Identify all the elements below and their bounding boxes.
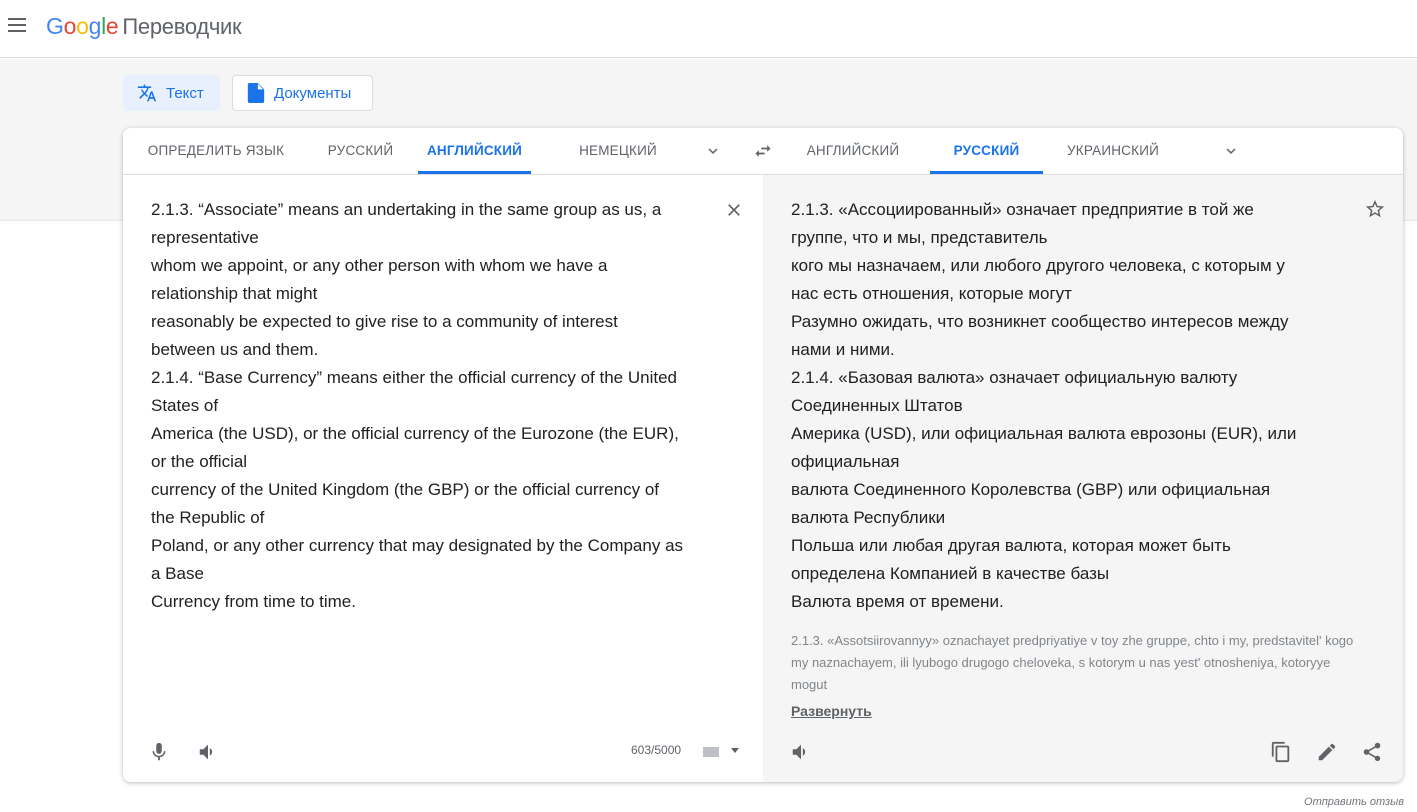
text-line: representative	[151, 228, 259, 247]
source-more-languages-chevron-icon[interactable]	[704, 142, 722, 160]
documents-mode-button[interactable]: Документы	[232, 75, 373, 111]
text-line: reasonably be expected to give rise to a…	[151, 312, 618, 331]
text-line: нас есть отношения, которые могут	[791, 284, 1072, 303]
text-line: Америка (USD), или официальная валюта ев…	[791, 424, 1297, 443]
source-tab-detect[interactable]: ОПРЕДЕЛИТЬ ЯЗЫК	[131, 128, 301, 174]
text-line: currency of the United Kingdom (the GBP)…	[151, 480, 660, 499]
logo-letter: g	[88, 13, 102, 39]
google-translate-logo[interactable]: Google Переводчик	[46, 13, 242, 40]
copy-icon[interactable]	[1270, 741, 1292, 763]
character-count: 603/5000	[631, 743, 682, 757]
text-line: Разумно ожидать, что возникнет сообществ…	[791, 312, 1289, 331]
listen-translation-speaker-icon[interactable]	[790, 741, 812, 763]
logo-letter: e	[105, 13, 119, 39]
source-text-input[interactable]: 2.1.3. “Associate” means an undertaking …	[151, 196, 683, 616]
source-tab-russian[interactable]: РУССКИЙ	[313, 128, 408, 174]
text-line: or the official	[151, 452, 248, 471]
text-line: кого мы назначаем, или любого другого че…	[791, 256, 1285, 275]
translate-icon	[137, 84, 157, 102]
documents-mode-label: Документы	[274, 84, 352, 102]
app-header: Google Переводчик	[0, 0, 1417, 58]
translator-card: ОПРЕДЕЛИТЬ ЯЗЫК РУССКИЙ АНГЛИЙСКИЙ НЕМЕЦ…	[123, 128, 1403, 782]
text-line: between us and them.	[151, 340, 319, 359]
logo-letter: o	[63, 13, 77, 39]
microphone-icon[interactable]	[148, 741, 170, 763]
text-line: America (the USD), or the official curre…	[151, 424, 679, 443]
logo-letter: o	[76, 13, 89, 39]
logo-letter: G	[46, 13, 64, 39]
text-line: 2.1.4. «Базовая валюта» означает официал…	[791, 368, 1238, 387]
text-line: нами и ними.	[791, 340, 895, 359]
document-icon	[247, 83, 265, 103]
product-name: Переводчик	[122, 14, 242, 39]
transliteration-text: 2.1.3. «Assotsiirovannyy» oznachayet pre…	[791, 633, 1354, 692]
text-line: официальная	[791, 452, 900, 471]
clear-text-close-icon[interactable]	[724, 200, 744, 220]
keyboard-icon[interactable]	[703, 747, 719, 757]
text-line: группе, что и мы, представитель	[791, 228, 1048, 247]
input-tools-dropdown-icon[interactable]	[731, 748, 739, 754]
text-line: Currency from time to time.	[151, 592, 356, 611]
main-menu-icon[interactable]	[8, 18, 28, 34]
edit-pencil-icon[interactable]	[1316, 741, 1338, 763]
text-line: relationship that might	[151, 284, 318, 303]
listen-source-speaker-icon[interactable]	[197, 741, 219, 763]
target-tab-russian[interactable]: РУССКИЙ	[930, 128, 1043, 174]
text-line: the Republic of	[151, 508, 265, 527]
text-line: Poland, or any other currency that may d…	[151, 536, 684, 555]
target-tab-ukrainian[interactable]: УКРАИНСКИЙ	[1058, 128, 1168, 174]
expand-link[interactable]: Развернуть	[791, 703, 872, 719]
text-line: определена Компанией в качестве базы	[791, 564, 1110, 583]
language-bar: ОПРЕДЕЛИТЬ ЯЗЫК РУССКИЙ АНГЛИЙСКИЙ НЕМЕЦ…	[123, 128, 1403, 175]
swap-languages-icon[interactable]	[752, 141, 774, 161]
text-line: валюта Соединенного Королевства (GBP) ил…	[791, 480, 1271, 499]
text-line: 2.1.4. “Base Currency” means either the …	[151, 368, 677, 387]
source-tab-german[interactable]: НЕМЕЦКИЙ	[568, 128, 668, 174]
text-line: a Base	[151, 564, 204, 583]
translation-panel: 2.1.3. «Ассоциированный» означает предпр…	[763, 175, 1403, 782]
target-more-languages-chevron-icon[interactable]	[1222, 142, 1240, 160]
share-icon[interactable]	[1361, 741, 1383, 763]
save-translation-star-icon[interactable]	[1364, 198, 1386, 220]
source-tab-english[interactable]: АНГЛИЙСКИЙ	[418, 128, 531, 174]
translation-text: 2.1.3. «Ассоциированный» означает предпр…	[791, 196, 1296, 616]
target-tab-english[interactable]: АНГЛИЙСКИЙ	[798, 128, 908, 174]
text-line: Польша или любая другая валюта, которая …	[791, 536, 1231, 555]
source-panel[interactable]: 2.1.3. “Associate” means an undertaking …	[123, 175, 763, 782]
text-line: States of	[151, 396, 219, 415]
text-line: валюта Республики	[791, 508, 946, 527]
text-mode-button[interactable]: Текст	[123, 75, 220, 111]
text-line: whom we appoint, or any other person wit…	[151, 256, 608, 275]
text-line: 2.1.3. “Associate” means an undertaking …	[151, 200, 662, 219]
text-line: Валюта время от времени.	[791, 592, 1004, 611]
send-feedback-link[interactable]: Отправить отзыв	[1304, 796, 1404, 808]
text-line: Соединенных Штатов	[791, 396, 963, 415]
text-line: 2.1.3. «Ассоциированный» означает предпр…	[791, 200, 1254, 219]
text-mode-label: Текст	[166, 84, 204, 102]
